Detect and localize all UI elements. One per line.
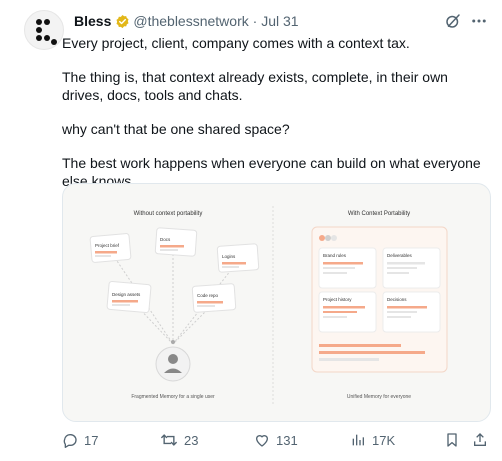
card-label: Deliverables bbox=[387, 253, 413, 258]
card-project-history: Project history bbox=[318, 291, 377, 333]
unified-memory-panel: Brand rules Deliverables Project history bbox=[311, 226, 448, 373]
more-options-icon[interactable] bbox=[470, 12, 488, 35]
reply-icon bbox=[62, 432, 78, 448]
card-code-repo: Code repo bbox=[191, 283, 237, 313]
left-caption: Fragmented Memory for a single user bbox=[131, 394, 215, 400]
handle[interactable]: @theblessnetwork bbox=[133, 13, 248, 29]
share-button[interactable] bbox=[472, 432, 488, 448]
card-docs: Docs bbox=[154, 227, 198, 257]
card-label: Brand rules bbox=[323, 253, 347, 258]
card-label: Code repo bbox=[197, 293, 219, 298]
card-label: Design assets bbox=[112, 292, 141, 297]
share-icon bbox=[472, 432, 488, 448]
card-label: Docs bbox=[160, 237, 171, 242]
card-label: Project brief bbox=[95, 243, 120, 248]
tweet-header: Bless @theblessnetwork · Jul 31 bbox=[74, 12, 299, 33]
display-name[interactable]: Bless bbox=[74, 13, 111, 29]
junction-dot bbox=[171, 340, 175, 344]
reply-count: 17 bbox=[84, 432, 99, 448]
repost-icon bbox=[160, 432, 178, 448]
card-decisions: Decisions bbox=[382, 291, 441, 333]
separator: · bbox=[252, 13, 258, 29]
card-logins: Logins bbox=[216, 243, 260, 273]
tweet-paragraph: why can't that be one shared space? bbox=[62, 121, 290, 137]
tweet-date[interactable]: Jul 31 bbox=[261, 13, 298, 29]
summary-line bbox=[319, 351, 425, 354]
tweet-paragraph: Every project, client, company comes wit… bbox=[62, 35, 410, 51]
left-panel-title: Without context portability bbox=[134, 211, 203, 217]
tweet-paragraph: The thing is, that context already exist… bbox=[62, 69, 452, 103]
summary-line bbox=[319, 358, 379, 361]
right-panel-title: With Context Portability bbox=[348, 211, 410, 217]
heart-icon bbox=[254, 432, 270, 448]
grok-icon[interactable] bbox=[444, 12, 462, 35]
verified-badge-icon bbox=[115, 14, 130, 33]
summary-line bbox=[319, 344, 401, 347]
media-image[interactable]: Without context portability With Context… bbox=[62, 183, 491, 422]
bookmark-icon bbox=[444, 432, 460, 448]
card-brand-rules: Brand rules bbox=[318, 247, 377, 289]
illustration: Without context portability With Context… bbox=[89, 206, 448, 404]
action-bar: 17 23 131 17K bbox=[62, 432, 492, 452]
card-design-assets: Design assets bbox=[106, 280, 152, 314]
card-label: Logins bbox=[222, 254, 236, 259]
views-count: 17K bbox=[372, 432, 396, 448]
avatar[interactable] bbox=[24, 10, 64, 50]
like-button[interactable]: 131 bbox=[254, 432, 298, 448]
repost-button[interactable]: 23 bbox=[160, 432, 198, 448]
like-count: 131 bbox=[276, 432, 298, 448]
bookmark-button[interactable] bbox=[444, 432, 460, 448]
views-button[interactable]: 17K bbox=[350, 432, 395, 448]
card-project-brief: Project brief bbox=[89, 233, 132, 263]
tweet-text: Every project, client, company comes wit… bbox=[62, 34, 482, 206]
repost-count: 23 bbox=[184, 432, 199, 448]
analytics-icon bbox=[350, 432, 366, 448]
card-deliverables: Deliverables bbox=[382, 247, 441, 289]
card-label: Project history bbox=[323, 297, 352, 302]
right-caption: Unified Memory for everyone bbox=[347, 394, 411, 400]
card-label: Decisions bbox=[387, 297, 407, 302]
user-icon bbox=[155, 346, 191, 382]
reply-button[interactable]: 17 bbox=[62, 432, 98, 448]
